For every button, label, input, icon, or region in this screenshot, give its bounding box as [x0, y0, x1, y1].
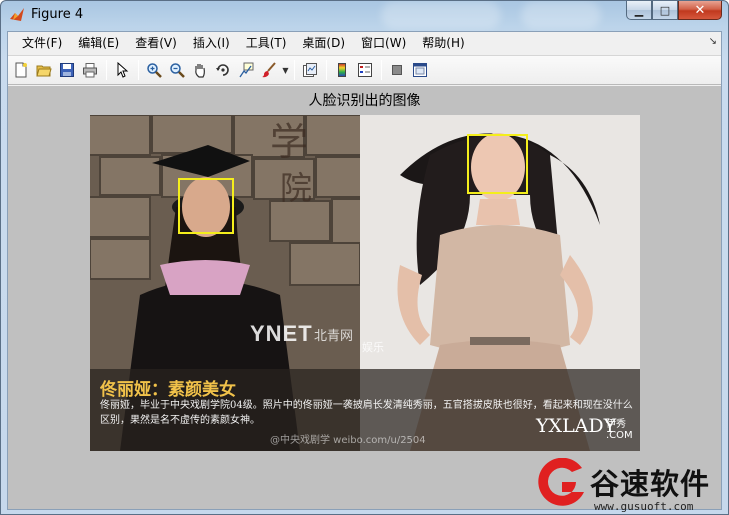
site-watermark: 谷速软件 www.gusuoft.com	[532, 458, 729, 515]
pan-hand-icon	[195, 64, 205, 78]
menu-desktop[interactable]: 桌面(D)	[294, 33, 353, 53]
legend-icon	[358, 63, 372, 77]
print-icon	[83, 63, 97, 78]
colorbar-icon	[338, 63, 346, 77]
yxlady-cn-watermark: 伊秀 .COM	[606, 415, 633, 441]
link-plot-button[interactable]	[299, 59, 321, 81]
watermark-url: www.gusuoft.com	[594, 500, 694, 513]
insert-colorbar-button[interactable]	[331, 59, 353, 81]
menu-view[interactable]: 查看(V)	[127, 33, 185, 53]
open-file-button[interactable]	[33, 59, 55, 81]
hide-plot-tools-icon	[392, 65, 402, 75]
ynet-watermark: YNET	[250, 321, 313, 346]
toolbar-separator	[381, 60, 382, 80]
insert-legend-button[interactable]	[354, 59, 376, 81]
watermark-text: 谷速软件	[590, 467, 711, 501]
new-figure-button[interactable]	[10, 59, 32, 81]
menu-file[interactable]: 文件(F)	[14, 33, 70, 53]
menu-edit[interactable]: 编辑(E)	[70, 33, 127, 53]
zoom-in-button[interactable]	[143, 59, 165, 81]
svg-text:院: 院	[280, 169, 312, 207]
minimize-icon: ▁	[634, 3, 644, 17]
open-folder-icon	[36, 65, 52, 77]
yxlady-cn-text: 伊秀	[606, 419, 626, 430]
save-icon	[60, 63, 74, 77]
show-plot-tools-icon	[413, 63, 427, 77]
print-button[interactable]	[79, 59, 101, 81]
menu-tools[interactable]: 工具(T)	[238, 33, 295, 53]
svg-text:学: 学	[270, 120, 308, 164]
zoom-in-icon	[147, 63, 162, 78]
toolbar-separator	[106, 60, 107, 80]
zoom-out-button[interactable]	[166, 59, 188, 81]
ynet-sub-watermark: 北青网	[314, 329, 354, 344]
close-button[interactable]: ✕	[678, 1, 722, 20]
show-plot-tools-button[interactable]	[409, 59, 431, 81]
minimize-button[interactable]: ▁	[626, 1, 652, 20]
toolbar-separator	[294, 60, 295, 80]
data-cursor-icon	[239, 62, 254, 78]
rotate-3d-icon	[216, 64, 229, 76]
brush-icon	[262, 62, 276, 78]
window-title: Figure 4	[31, 7, 84, 22]
brush-dropdown[interactable]: ▼	[281, 59, 290, 81]
figure-toolbar: ▼	[8, 55, 721, 85]
pan-button[interactable]	[189, 59, 211, 81]
maximize-icon: □	[659, 3, 671, 17]
yxlady-watermark: YXLADY	[536, 415, 617, 437]
figure-title: 人脸识别出的图像	[308, 93, 421, 109]
close-icon: ✕	[694, 2, 706, 18]
new-figure-icon	[15, 62, 27, 78]
save-button[interactable]	[56, 59, 78, 81]
figure-canvas[interactable]: 人脸识别出的图像 学 院 YNET 北青网 娱乐 佟丽娅：素颜美女 佟丽娅，毕业…	[8, 86, 721, 509]
chevron-down-icon: ▼	[282, 65, 289, 75]
toolbar-separator	[326, 60, 327, 80]
face-detection-box-right	[467, 134, 528, 194]
data-cursor-button[interactable]	[235, 59, 257, 81]
figure-window: Figure 4 ▁ □ ✕ 文件(F) 编辑(E) 查看(V) 插入(I) 工…	[0, 0, 729, 515]
face-detection-box-left	[178, 178, 234, 234]
yxlady-com-text: .COM	[606, 430, 633, 441]
weibo-watermark: @中央戏剧学 weibo.com/u/2504	[270, 435, 426, 446]
banner-title: 佟丽娅：素颜美女	[100, 380, 236, 400]
menu-bar: 文件(F) 编辑(E) 查看(V) 插入(I) 工具(T) 桌面(D) 窗口(W…	[8, 32, 721, 54]
maximize-button[interactable]: □	[652, 1, 678, 20]
edit-plot-button[interactable]	[111, 59, 133, 81]
matlab-logo-icon	[10, 8, 24, 21]
link-plot-icon	[303, 63, 317, 77]
caption-buttons: ▁ □ ✕	[626, 1, 722, 21]
brush-button[interactable]	[258, 59, 280, 81]
ynet-tag-watermark: 娱乐	[362, 341, 384, 354]
pointer-icon	[117, 62, 129, 78]
menu-help[interactable]: 帮助(H)	[414, 33, 472, 53]
gusu-logo-icon	[538, 458, 584, 506]
title-bar[interactable]: Figure 4 ▁ □ ✕	[1, 1, 728, 29]
rotate-3d-button[interactable]	[212, 59, 234, 81]
menu-window[interactable]: 窗口(W)	[353, 33, 414, 53]
zoom-out-icon	[170, 63, 185, 78]
client-area: 文件(F) 编辑(E) 查看(V) 插入(I) 工具(T) 桌面(D) 窗口(W…	[7, 31, 722, 510]
dock-arrow-icon[interactable]: ↘	[709, 36, 717, 47]
menu-insert[interactable]: 插入(I)	[185, 33, 238, 53]
toolbar-separator	[138, 60, 139, 80]
image-axes[interactable]: 学 院 YNET 北青网 娱乐 佟丽娅：素颜美女 佟丽娅，毕业于中央戏剧学院04…	[90, 115, 640, 451]
hide-plot-tools-button[interactable]	[386, 59, 408, 81]
